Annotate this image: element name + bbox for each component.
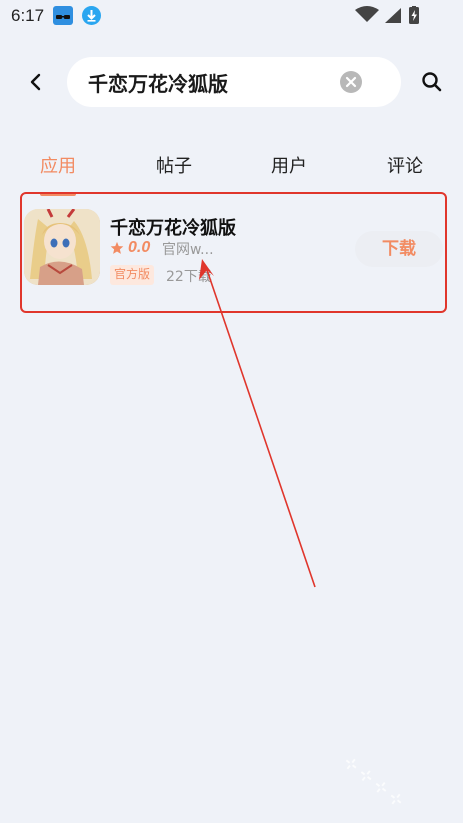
watermark: ⊹ ⊹ ⊹ ⊹ — [340, 752, 408, 811]
app-name[interactable]: 千恋万花冷狐版 — [110, 214, 236, 240]
magic-notification-icon — [53, 6, 73, 25]
download-button[interactable]: 下载 — [355, 231, 443, 267]
app-icon[interactable] — [24, 209, 100, 285]
rating-value: 0.0 — [128, 239, 151, 256]
signal-icon — [385, 8, 401, 23]
annotation-arrow — [199, 259, 316, 588]
star-icon — [110, 241, 124, 255]
app-result-card[interactable]: 千恋万花冷狐版 0.0 官网w... 官方版 22下载 下载 — [20, 192, 447, 313]
status-icons — [351, 5, 431, 26]
search-query[interactable]: 千恋万花冷狐版 — [88, 68, 228, 97]
clear-button[interactable] — [339, 70, 363, 94]
status-time: 6:17 — [11, 6, 45, 25]
status-bar: 6:17 — [0, 0, 463, 32]
tab-comments[interactable]: 评论 — [387, 152, 423, 178]
result-tabs: 应用 帖子 用户 评论 — [0, 146, 463, 196]
tab-apps[interactable]: 应用 — [40, 152, 76, 178]
download-notification-icon — [82, 6, 101, 25]
back-icon — [30, 73, 41, 91]
search-button[interactable] — [418, 68, 446, 96]
download-count: 22下载 — [166, 269, 212, 285]
clear-icon — [340, 71, 362, 93]
battery-charging-icon — [409, 5, 419, 24]
official-badge: 官方版 — [110, 265, 155, 285]
tab-users[interactable]: 用户 — [271, 152, 307, 178]
back-button[interactable] — [22, 68, 50, 96]
wifi-icon — [355, 6, 379, 22]
search-input[interactable]: 千恋万花冷狐版 — [67, 57, 401, 107]
tab-posts[interactable]: 帖子 — [156, 152, 192, 178]
app-source: 官网w... — [162, 242, 214, 258]
search-icon — [422, 72, 442, 92]
